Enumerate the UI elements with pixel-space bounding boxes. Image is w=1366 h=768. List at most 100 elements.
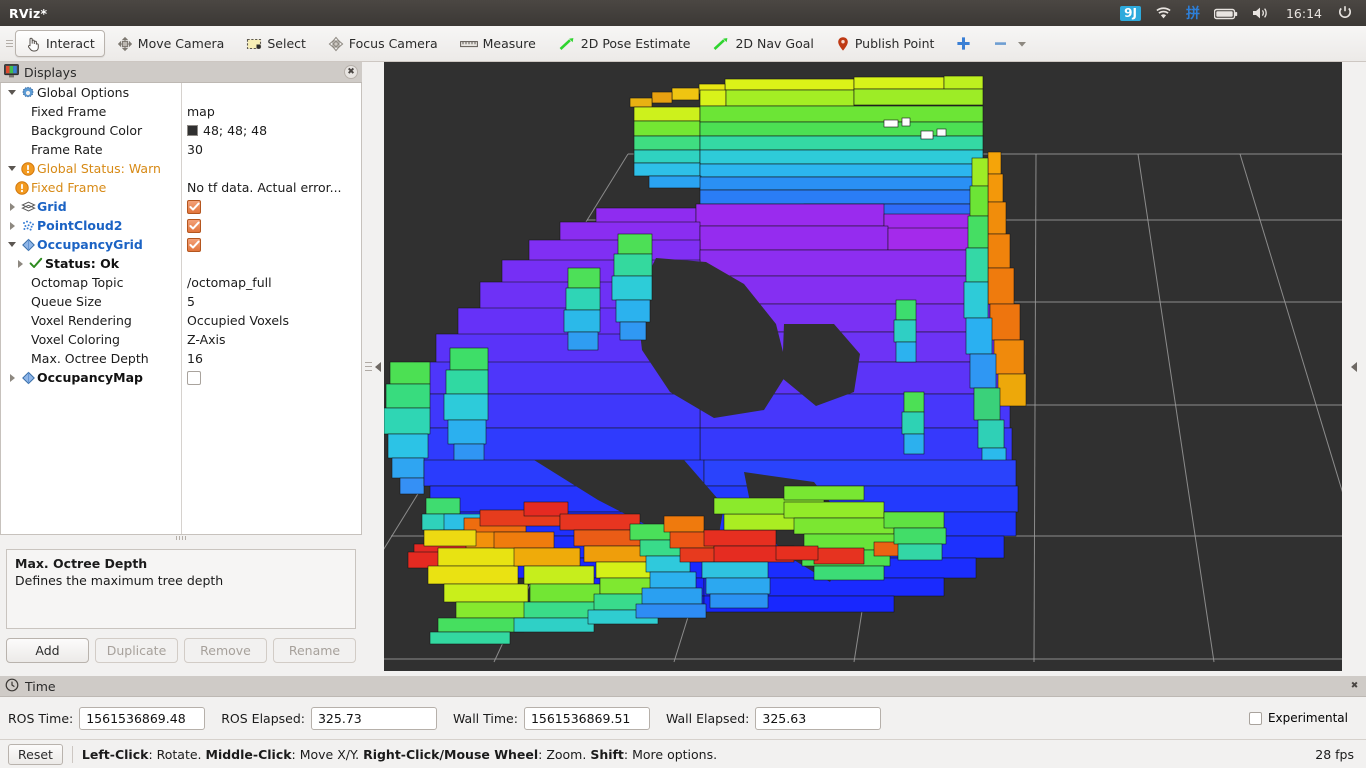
tree-row-global-options[interactable]: Global Options	[1, 83, 361, 102]
window-title: RViz*	[9, 5, 48, 21]
tree-value	[181, 254, 361, 273]
description-grip[interactable]	[0, 535, 362, 541]
pointcloud2-enabled-checkbox[interactable]	[181, 216, 361, 235]
ime-icon[interactable]: 9J	[1113, 0, 1148, 26]
tree-row-global-status[interactable]: Global Status: Warn	[1, 159, 361, 178]
expander-right-icon[interactable]	[5, 216, 19, 235]
expander-down-icon[interactable]	[5, 83, 19, 102]
experimental-checkbox[interactable]	[1248, 711, 1262, 725]
minus-icon	[993, 36, 1008, 51]
wifi-icon[interactable]	[1148, 0, 1179, 26]
tree-row-frame-rate[interactable]: Frame Rate 30	[1, 140, 361, 159]
experimental-toggle[interactable]: Experimental	[1248, 711, 1358, 725]
tree-row-occupancymap[interactable]: OccupancyMap	[1, 368, 361, 387]
tool-2d-pose-estimate[interactable]: 2D Pose Estimate	[548, 30, 701, 57]
grid-enabled-checkbox[interactable]	[181, 197, 361, 216]
displays-tree[interactable]: Global Options Fixed Frame map Backgroun…	[0, 83, 362, 535]
rename-button: Rename	[273, 638, 356, 663]
grid-icon	[19, 197, 37, 216]
add-button[interactable]: Add	[6, 638, 89, 663]
checkbox-checked-icon	[187, 237, 201, 252]
pointcloud-icon	[19, 216, 37, 235]
tree-row-voxel-coloring[interactable]: Voxel Coloring Z-Axis	[1, 330, 361, 349]
tool-interact[interactable]: Interact	[15, 30, 105, 57]
chevron-down-icon[interactable]	[1017, 40, 1027, 48]
expander-right-icon[interactable]	[13, 254, 27, 273]
fps-counter: 28 fps	[1315, 746, 1354, 762]
status-divider	[71, 745, 73, 763]
plus-icon	[956, 36, 971, 51]
tree-row-grid[interactable]: Grid	[1, 197, 361, 216]
tool-move-camera[interactable]: Move Camera	[107, 30, 235, 57]
tool-select-label: Select	[267, 36, 306, 51]
tool-select[interactable]: Select	[236, 30, 316, 57]
tool-measure[interactable]: Measure	[450, 30, 546, 57]
tree-row-status-fixed-frame[interactable]: Fixed Frame No tf data. Actual error...	[1, 178, 361, 197]
remove-tool-button[interactable]	[983, 30, 1037, 57]
background-color-value[interactable]: 48; 48; 48	[181, 121, 361, 140]
description-title: Max. Octree Depth	[15, 556, 148, 571]
add-tool-button[interactable]	[946, 30, 981, 57]
wall-time-input[interactable]: 1561536869.51	[523, 706, 650, 730]
octomap-render	[384, 62, 1342, 671]
expander-down-icon[interactable]	[5, 235, 19, 254]
select-rectangle-icon	[246, 36, 262, 52]
hand-cursor-icon	[25, 36, 41, 52]
tree-row-occupancygrid[interactable]: OccupancyGrid	[1, 235, 361, 254]
queue-size-value[interactable]: 5	[181, 292, 361, 311]
collapse-left-arrow-icon[interactable]	[375, 361, 381, 372]
ros-elapsed-input[interactable]: 325.73	[310, 706, 437, 730]
status-error-text: No tf data. Actual error...	[187, 180, 342, 195]
diamond-icon	[19, 235, 37, 254]
tree-row-pointcloud2[interactable]: PointCloud2	[1, 216, 361, 235]
close-icon[interactable]: ✖	[1348, 680, 1361, 693]
time-title-label: Time	[25, 678, 56, 694]
tree-row-octomap-topic[interactable]: Octomap Topic /octomap_full	[1, 273, 361, 292]
time-panel: Time ✖ ROS Time: 1561536869.48 ROS Elaps…	[0, 676, 1366, 739]
pinyin-icon[interactable]: 拼	[1179, 0, 1207, 26]
tree-row-status-ok[interactable]: Status: Ok	[1, 254, 361, 273]
tool-focus-camera[interactable]: Focus Camera	[318, 30, 448, 57]
wall-elapsed-label: Wall Elapsed:	[665, 710, 750, 726]
render-view-3d[interactable]	[384, 62, 1342, 671]
battery-icon[interactable]	[1207, 0, 1245, 26]
max-octree-depth-value[interactable]: 16	[181, 349, 361, 368]
occupancymap-enabled-checkbox[interactable]	[181, 368, 361, 387]
voxel-coloring-value[interactable]: Z-Axis	[181, 330, 361, 349]
close-icon[interactable]: ✖	[344, 65, 358, 79]
volume-icon[interactable]	[1245, 0, 1278, 26]
clock[interactable]: 16:14	[1278, 6, 1330, 21]
hint-part: Right-Click/Mouse Wheel	[363, 746, 539, 762]
ruler-icon	[459, 37, 478, 51]
tree-value	[181, 83, 361, 102]
mouse-hint-text: Left-Click: Rotate. Middle-Click: Move X…	[82, 747, 717, 762]
system-top-panel: RViz* 9J 拼 16:14	[0, 0, 1366, 26]
wall-time-label: Wall Time:	[452, 710, 518, 726]
expander-right-icon[interactable]	[5, 197, 19, 216]
toolbar-grip[interactable]	[4, 26, 14, 62]
ros-time-input[interactable]: 1561536869.48	[79, 706, 206, 730]
tree-row-fixed-frame[interactable]: Fixed Frame map	[1, 102, 361, 121]
panel-splitter-right[interactable]	[1342, 62, 1366, 671]
tool-publish-point[interactable]: Publish Point	[826, 30, 945, 57]
expander-right-icon[interactable]	[5, 368, 19, 387]
displays-panel: Displays ✖ Global Options Fixed Frame ma	[0, 62, 362, 671]
octomap-topic-value[interactable]: /octomap_full	[181, 273, 361, 292]
fixed-frame-value[interactable]: map	[181, 102, 361, 121]
tree-row-voxel-rendering[interactable]: Voxel Rendering Occupied Voxels	[1, 311, 361, 330]
reset-button[interactable]: Reset	[8, 743, 63, 765]
pinyin-glyph: 拼	[1185, 6, 1200, 22]
wall-elapsed-input[interactable]: 325.63	[755, 706, 882, 730]
tree-row-max-octree-depth[interactable]: Max. Octree Depth 16	[1, 349, 361, 368]
frame-rate-value[interactable]: 30	[181, 140, 361, 159]
tool-2d-nav-goal[interactable]: 2D Nav Goal	[702, 30, 823, 57]
occupancygrid-enabled-checkbox[interactable]	[181, 235, 361, 254]
voxel-rendering-value[interactable]: Occupied Voxels	[181, 311, 361, 330]
tree-row-background-color[interactable]: Background Color 48; 48; 48	[1, 121, 361, 140]
tree-row-queue-size[interactable]: Queue Size 5	[1, 292, 361, 311]
collapse-right-arrow-icon[interactable]	[1351, 361, 1357, 372]
hint-part: : Rotate.	[148, 746, 206, 762]
expander-down-icon[interactable]	[5, 159, 19, 178]
panel-splitter-left[interactable]	[362, 62, 384, 671]
power-gear-icon[interactable]	[1330, 0, 1360, 26]
